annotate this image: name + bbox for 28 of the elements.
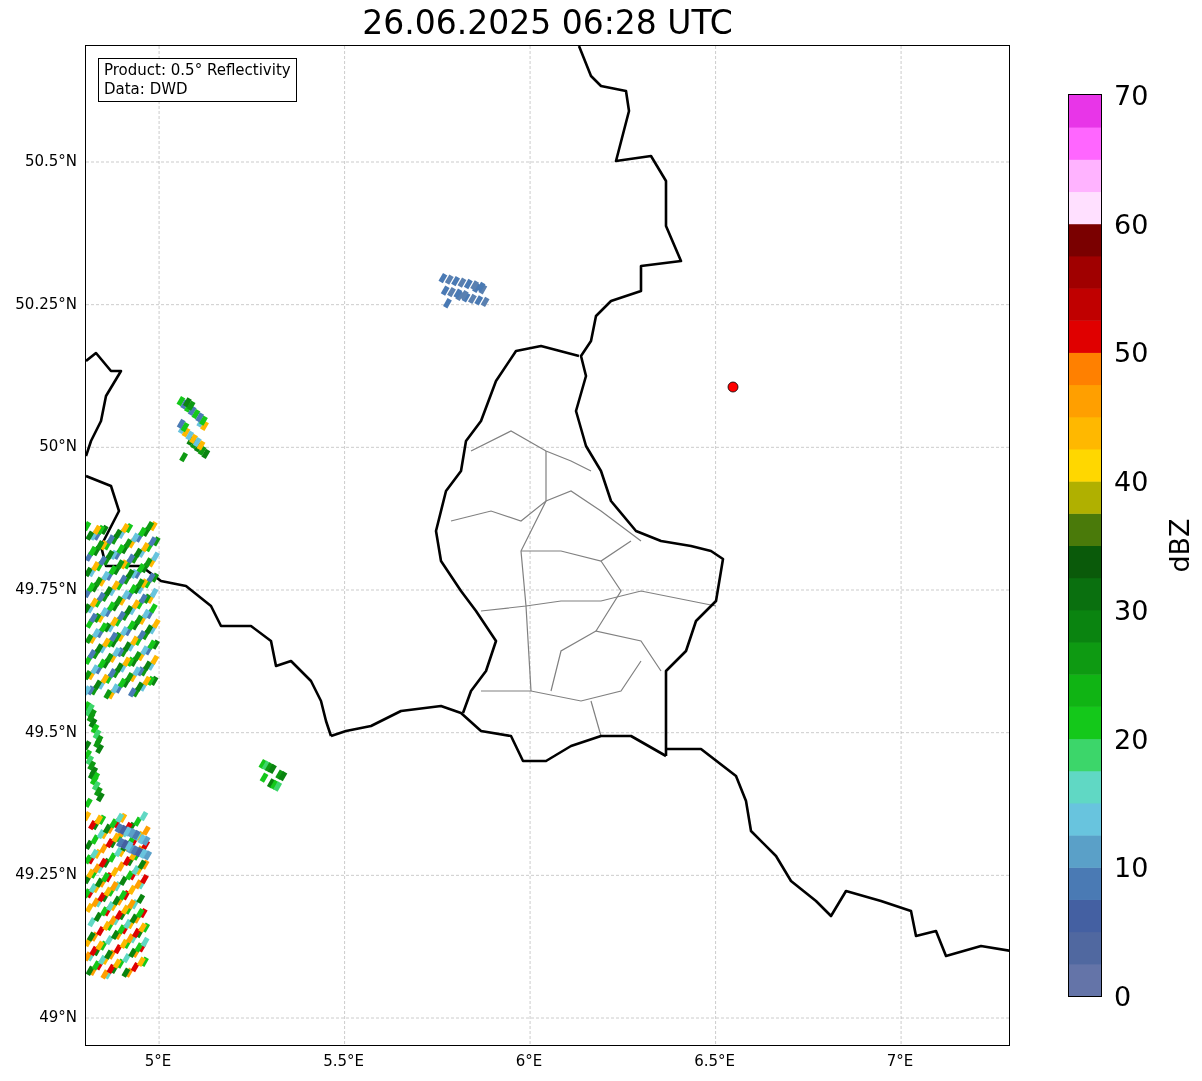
colorbar-tick-label: 30	[1114, 594, 1149, 626]
longitude-label: 5.5°E	[323, 1052, 364, 1070]
colorbar-tick-label: 70	[1114, 79, 1149, 111]
longitude-label: 7°E	[886, 1052, 914, 1070]
latitude-label: 49.25°N	[15, 865, 77, 884]
latitude-label: 49.5°N	[24, 722, 77, 741]
colorbar-tick-label: 40	[1114, 465, 1149, 497]
colorbar-tick-label: 20	[1114, 723, 1149, 755]
colorbar-tick-label: 10	[1114, 851, 1149, 883]
legend-text: Product: 0.5° Reflectivity	[104, 61, 291, 80]
radar-echo-drawing	[438, 273, 490, 309]
latitude-label: 49.75°N	[15, 580, 77, 598]
colorbar-tick-label: 60	[1114, 208, 1149, 240]
latitude-label: 50.5°N	[24, 152, 77, 170]
latitude-label: 49°N	[39, 1008, 77, 1026]
latitude-label: 50.25°N	[15, 294, 77, 313]
longitude-label: 6°E	[515, 1052, 543, 1070]
colorbar-label: dBZ	[1163, 518, 1195, 573]
colorbar-tick-label: 0	[1114, 980, 1132, 1012]
colorbar-tick-label: 50	[1114, 336, 1149, 368]
longitude-label: 5°E	[144, 1052, 172, 1070]
radar-echo-drawing	[258, 759, 288, 792]
radar-echo-drawing	[176, 396, 211, 463]
location-marker	[727, 381, 739, 393]
latitude-label: 50°N	[39, 437, 77, 456]
legend-text: Data: DWD	[104, 80, 189, 99]
chart-title: 26.06.2025 06:28 UTC	[362, 3, 733, 42]
longitude-label: 6.5°E	[694, 1052, 735, 1070]
